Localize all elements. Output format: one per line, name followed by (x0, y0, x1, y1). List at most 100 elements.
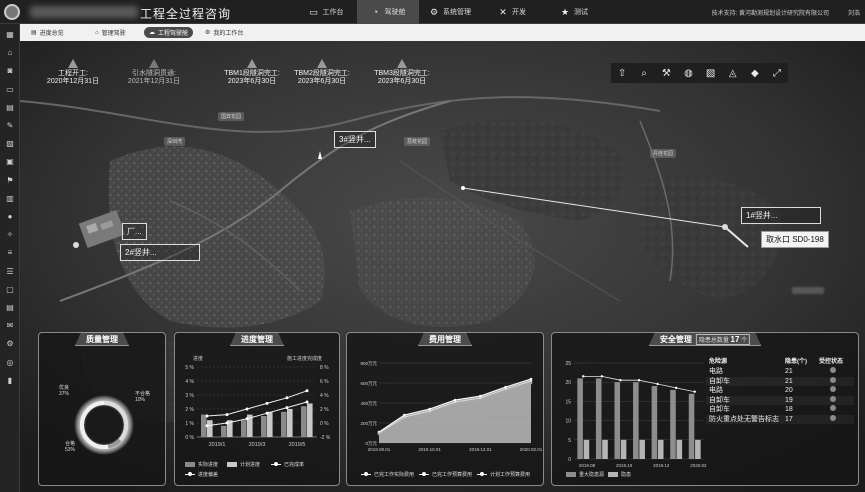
bar-major-hazard[interactable] (670, 389, 676, 459)
home-arrow-icon[interactable]: ⇧ (615, 66, 629, 80)
trend-point[interactable] (582, 375, 585, 378)
table-row[interactable]: 自卸车 21 (706, 376, 854, 386)
cost-point[interactable] (428, 411, 431, 415)
bar-hazard[interactable] (602, 439, 608, 459)
save-icon[interactable]: ▣ (5, 157, 15, 167)
bar-planned[interactable] (287, 409, 293, 437)
bar-hazard[interactable] (583, 439, 590, 459)
line-point[interactable] (305, 400, 309, 404)
line-point[interactable] (285, 406, 289, 410)
bar-hazard[interactable] (620, 439, 627, 459)
chart-icon[interactable]: ▥ (5, 194, 15, 204)
bar-actual[interactable] (241, 420, 247, 437)
mail-icon[interactable]: ✉ (5, 321, 15, 331)
bar-major-hazard[interactable] (651, 386, 658, 459)
nav-item-4[interactable]: ★ 测试 (543, 0, 605, 24)
cost-point[interactable] (529, 381, 533, 385)
bar-hazard[interactable] (676, 439, 683, 459)
construction-icon[interactable]: ⚒ (659, 66, 673, 80)
shaft-1-callout[interactable]: 1#竖井... (741, 207, 821, 224)
monitor-icon[interactable]: ▭ (5, 85, 15, 95)
nav-item-3[interactable]: ✕ 开发 (481, 0, 543, 24)
refresh-icon[interactable]: ◎ (5, 358, 15, 368)
station-callout[interactable]: 厂... (122, 223, 147, 240)
tag-icon[interactable]: ◆ (748, 66, 762, 80)
cost-point[interactable] (377, 432, 381, 436)
trend-point[interactable] (693, 390, 696, 393)
bar-major-hazard[interactable] (633, 382, 639, 459)
home-icon[interactable]: ⌂ (5, 48, 15, 58)
line-point[interactable] (205, 414, 209, 418)
line-point[interactable] (265, 401, 269, 405)
milestone-5[interactable]: TBM3段隧洞完工: 2023年6月30日 (362, 59, 442, 86)
trend-point[interactable] (656, 382, 659, 386)
line-point[interactable] (205, 424, 209, 428)
line-point[interactable] (265, 411, 269, 415)
tab-0[interactable]: ▤ 进度总览 (26, 27, 69, 38)
trend-point[interactable] (619, 379, 622, 382)
table-row[interactable]: 防火重点处无警告标志 17 (706, 414, 854, 424)
line-point[interactable] (285, 396, 289, 400)
globe-icon[interactable]: ◍ (681, 66, 695, 80)
bar-hazard[interactable] (657, 439, 664, 459)
bar-planned[interactable] (267, 411, 273, 437)
bar-chart-icon[interactable]: ▮ (5, 376, 15, 386)
document-icon[interactable]: ▤ (5, 103, 15, 113)
image-icon[interactable]: ▨ (5, 139, 15, 149)
bar-planned[interactable] (307, 403, 313, 437)
tab-2[interactable]: ☁ 工程驾驶舱 (144, 27, 194, 38)
fullscreen-icon[interactable]: ⤢ (770, 66, 784, 80)
grid-icon[interactable]: ▦ (5, 30, 15, 40)
bar-actual[interactable] (301, 406, 307, 437)
bar-hazard[interactable] (639, 439, 645, 459)
shaft-2-callout[interactable]: 2#竖井... (120, 244, 200, 261)
tab-1[interactable]: ⌂ 管理驾驶 (90, 27, 131, 38)
line-point[interactable] (225, 413, 229, 417)
cost-point[interactable] (504, 389, 507, 393)
milestone-1[interactable]: 工程开工: 2020年12月31日 (38, 59, 108, 86)
bell-icon[interactable]: ◬ (726, 66, 740, 80)
shaft-3-callout[interactable]: 3#竖井... (334, 131, 376, 148)
flag-icon[interactable]: ⚑ (5, 176, 15, 186)
bar-planned[interactable] (207, 420, 213, 437)
bar-major-hazard[interactable] (614, 382, 621, 459)
line-point[interactable] (245, 407, 249, 411)
map-view[interactable]: 工程开工: 2020年12月31日 引水隧洞贯通: 2021年12月31日 TB… (20, 41, 865, 492)
trend-point[interactable] (674, 386, 678, 390)
bar-major-hazard[interactable] (688, 393, 695, 459)
user-name[interactable]: 刘浩 (848, 8, 860, 17)
layers-icon[interactable]: ▨ (704, 66, 718, 80)
user-icon[interactable]: ● (5, 212, 15, 222)
intake-callout[interactable]: 取水口 SD0-198 (761, 231, 829, 248)
table-row[interactable]: 电路 21 (706, 367, 854, 377)
milestone-2[interactable]: 引水隧洞贯通: 2021年12月31日 (116, 59, 192, 86)
bar-hazard[interactable] (695, 439, 701, 459)
wrench-icon[interactable]: ✧ (5, 230, 15, 240)
clipboard-icon[interactable]: ▤ (5, 303, 15, 313)
nav-item-1[interactable]: ◔ 驾驶舱 (357, 0, 419, 24)
cost-point[interactable] (453, 402, 457, 406)
line-point[interactable] (225, 421, 229, 425)
trend-point[interactable] (637, 379, 641, 382)
camera-icon[interactable]: ◙ (5, 66, 15, 76)
cost-point[interactable] (479, 398, 482, 402)
gear-icon[interactable]: ⚙ (5, 339, 15, 349)
table-row[interactable]: 自卸车 18 (706, 405, 854, 415)
edit-icon[interactable]: ✎ (5, 121, 15, 131)
search-icon[interactable]: ⌕ (637, 66, 651, 80)
line-point[interactable] (245, 417, 249, 421)
line-point[interactable] (305, 389, 309, 393)
nav-item-0[interactable]: ▭ 工作台 (295, 0, 357, 24)
bar-major-hazard[interactable] (595, 378, 602, 459)
logo[interactable] (4, 4, 20, 20)
table-row[interactable]: 自卸车 19 (706, 395, 854, 405)
trend-point[interactable] (600, 375, 604, 378)
table-row[interactable]: 电路 20 (706, 386, 854, 396)
list-icon[interactable]: ☰ (5, 267, 15, 277)
milestone-3[interactable]: TBM1段隧洞完工: 2023年6月30日 (214, 59, 290, 86)
settings-icon[interactable]: ≡ (5, 248, 15, 258)
bar-major-hazard[interactable] (577, 378, 583, 459)
bar-actual[interactable] (221, 425, 227, 437)
bar-actual[interactable] (261, 416, 267, 437)
station-marker[interactable] (73, 242, 79, 248)
